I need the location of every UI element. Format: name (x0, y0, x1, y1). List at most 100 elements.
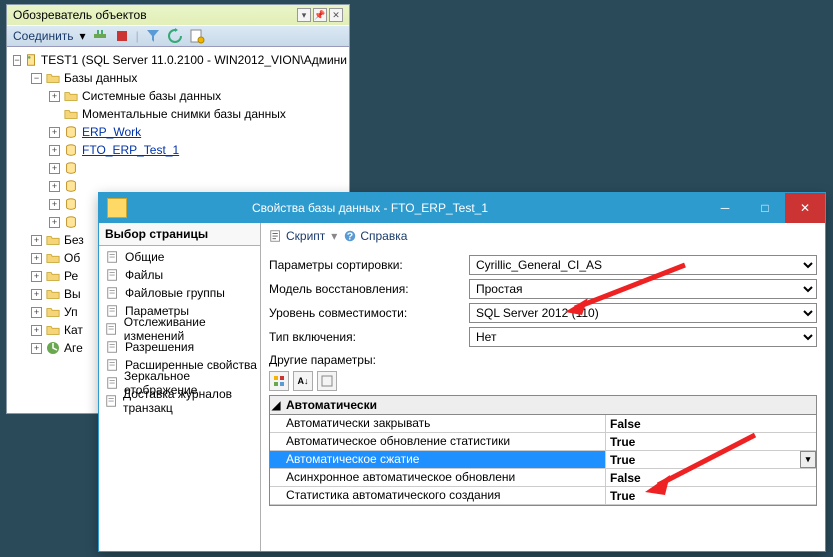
propgrid-property-name: Асинхронное автоматическое обновлени (270, 469, 606, 486)
propgrid-row[interactable]: Автоматическое сжатиеTrue▾ (270, 451, 816, 469)
expand-icon[interactable]: + (49, 199, 60, 210)
tree-node[interactable]: + (9, 159, 347, 177)
page-selector-item[interactable]: Общие (101, 248, 258, 266)
containment-label: Тип включения: (269, 330, 469, 344)
tree-node-db-erp-work[interactable]: + ERP_Work (9, 123, 347, 141)
expand-icon[interactable]: + (31, 253, 42, 264)
filter-icon[interactable] (145, 28, 161, 44)
page-selector-item[interactable]: Файловые группы (101, 284, 258, 302)
page-selector-panel: Выбор страницы ОбщиеФайлыФайловые группы… (99, 223, 261, 551)
categorized-view-button[interactable] (269, 371, 289, 391)
propgrid-property-value[interactable]: False (606, 415, 816, 432)
tree-node-server[interactable]: − TEST1 (SQL Server 11.0.2100 - WIN2012_… (9, 51, 347, 69)
page-icon (105, 375, 120, 391)
stop-icon[interactable] (114, 28, 130, 44)
tree-node-snapshots[interactable]: + Моментальные снимки базы данных (9, 105, 347, 123)
close-icon[interactable]: ✕ (329, 8, 343, 22)
collapse-icon[interactable]: ◢ (270, 398, 282, 412)
tree-node-system-databases[interactable]: + Системные базы данных (9, 87, 347, 105)
collation-label: Параметры сортировки: (269, 258, 469, 272)
collation-select[interactable]: Cyrillic_General_CI_AS (469, 255, 817, 275)
expand-icon[interactable]: + (49, 91, 60, 102)
minimize-button[interactable]: ─ (705, 193, 745, 223)
page-selector-item[interactable]: Отслеживание изменений (101, 320, 258, 338)
disconnect-icon[interactable] (92, 28, 108, 44)
page-icon (105, 339, 121, 355)
propgrid-property-value[interactable]: True (606, 433, 816, 450)
page-selector-item[interactable]: Файлы (101, 266, 258, 284)
propgrid-button[interactable] (317, 371, 337, 391)
database-icon (63, 160, 79, 176)
collapse-icon[interactable]: − (31, 73, 42, 84)
folder-icon (45, 286, 61, 302)
compatibility-select[interactable]: SQL Server 2012 (110) (469, 303, 817, 323)
propgrid-row[interactable]: Автоматическое обновление статистикиTrue (270, 433, 816, 451)
property-grid: ◢ Автоматически Автоматически закрыватьF… (269, 395, 817, 506)
page-label: Разрешения (125, 340, 194, 354)
close-button[interactable]: ✕ (785, 193, 825, 223)
folder-icon (45, 70, 61, 86)
maximize-button[interactable]: □ (745, 193, 785, 223)
collapse-icon[interactable]: − (13, 55, 21, 66)
expand-icon[interactable]: + (31, 235, 42, 246)
propgrid-row[interactable]: Статистика автоматического созданияTrue (270, 487, 816, 505)
recovery-model-select[interactable]: Простая (469, 279, 817, 299)
page-selector-item[interactable]: Доставка журналов транзакц (101, 392, 258, 410)
page-icon (105, 285, 121, 301)
expand-icon[interactable]: + (49, 127, 60, 138)
recovery-row: Модель восстановления: Простая (269, 279, 817, 299)
refresh-icon[interactable] (167, 28, 183, 44)
expand-icon[interactable]: + (49, 163, 60, 174)
dialog-content: Скрипт ▾ ? Справка Параметры сортировки:… (261, 223, 825, 551)
dialog-title: Свойства базы данных - FTO_ERP_Test_1 (135, 201, 705, 215)
page-icon (105, 393, 119, 409)
propgrid-row[interactable]: Асинхронное автоматическое обновлениFals… (270, 469, 816, 487)
folder-icon (45, 232, 61, 248)
propgrid-property-value[interactable]: True▾ (606, 451, 816, 468)
folder-icon (45, 304, 61, 320)
dropdown-icon[interactable]: ▾ (800, 451, 816, 468)
script-button[interactable]: Скрипт (269, 229, 325, 243)
propgrid-category-header[interactable]: ◢ Автоматически (270, 396, 816, 415)
alphabetical-view-button[interactable]: A↓ (293, 371, 313, 391)
containment-row: Тип включения: Нет (269, 327, 817, 347)
containment-select[interactable]: Нет (469, 327, 817, 347)
page-label: Отслеживание изменений (124, 315, 258, 343)
dropdown-icon[interactable]: ▾ (297, 8, 311, 22)
folder-icon (63, 106, 79, 122)
expand-icon[interactable]: + (31, 325, 42, 336)
page-icon (105, 249, 121, 265)
expand-icon[interactable]: + (49, 217, 60, 228)
propgrid-property-name: Статистика автоматического создания (270, 487, 606, 504)
properties-icon[interactable] (189, 28, 205, 44)
database-icon (63, 142, 79, 158)
propgrid-property-name: Автоматическое сжатие (270, 451, 606, 468)
tree-node-db-fto-erp-test[interactable]: + FTO_ERP_Test_1 (9, 141, 347, 159)
propgrid-property-value[interactable]: True (606, 487, 816, 504)
propgrid-property-value[interactable]: False (606, 469, 816, 486)
object-explorer-titlebar: Обозреватель объектов ▾ 📌 ✕ (7, 5, 349, 25)
object-explorer-title: Обозреватель объектов (13, 8, 297, 22)
collation-row: Параметры сортировки: Cyrillic_General_C… (269, 255, 817, 275)
propgrid-row[interactable]: Автоматически закрыватьFalse (270, 415, 816, 433)
page-icon (105, 303, 121, 319)
database-icon (63, 178, 79, 194)
page-label: Файловые группы (125, 286, 225, 300)
expand-icon[interactable]: + (31, 343, 42, 354)
page-icon (105, 357, 121, 373)
expand-icon[interactable]: + (31, 271, 42, 282)
expand-icon[interactable]: + (31, 289, 42, 300)
pin-icon[interactable]: 📌 (313, 8, 327, 22)
connect-button[interactable]: Соединить (13, 29, 74, 43)
page-label: Общие (125, 250, 164, 264)
page-label: Файлы (125, 268, 163, 282)
expand-icon[interactable]: + (31, 307, 42, 318)
dialog-titlebar[interactable]: Свойства базы данных - FTO_ERP_Test_1 ─ … (99, 193, 825, 223)
help-button[interactable]: ? Справка (343, 229, 407, 243)
expand-icon[interactable]: + (49, 145, 60, 156)
folder-icon (45, 250, 61, 266)
expand-icon[interactable]: + (49, 181, 60, 192)
tree-node-databases[interactable]: − Базы данных (9, 69, 347, 87)
database-icon (63, 214, 79, 230)
propgrid-toolbar: A↓ (269, 371, 817, 391)
